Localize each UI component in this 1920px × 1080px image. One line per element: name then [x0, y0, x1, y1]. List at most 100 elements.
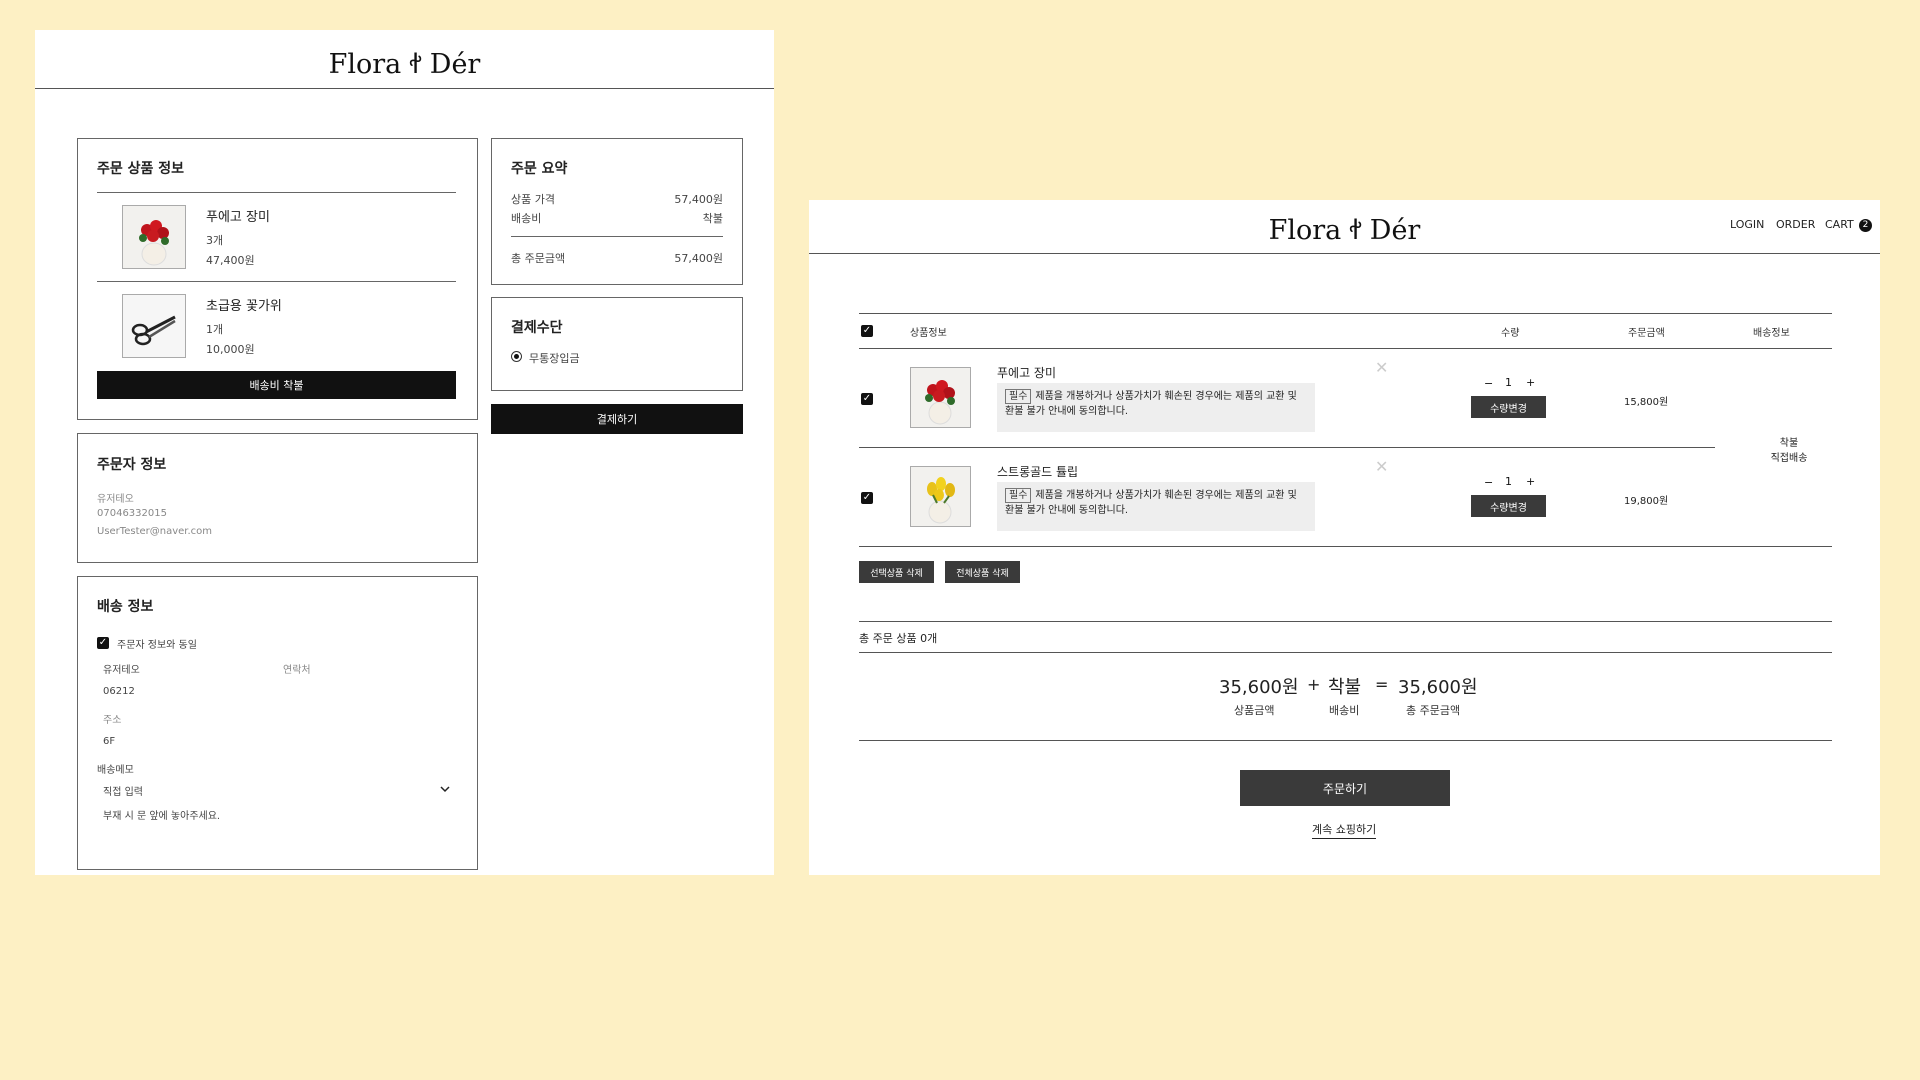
divider — [859, 621, 1832, 622]
flower-scissors-image — [123, 295, 185, 357]
divider — [511, 236, 723, 237]
qty-change-button[interactable]: 수량변경 — [1471, 495, 1546, 517]
close-icon[interactable]: ✕ — [1375, 457, 1388, 476]
summary-value: 착불 — [702, 212, 723, 225]
product-thumbnail[interactable] — [910, 367, 971, 428]
brand-logo[interactable]: Flora ꬷ Dér — [35, 44, 774, 81]
total-count-label: 총 주문 상품 0개 — [859, 632, 938, 645]
shipping-fee-caption: 배송비 — [1329, 704, 1360, 717]
row-checkbox[interactable]: ✓ — [861, 393, 873, 405]
recipient-name-field[interactable]: 유저테오 — [103, 661, 140, 676]
memo-text-field[interactable]: 부재 시 문 앞에 놓아주세요. — [103, 807, 220, 822]
shipping-fee: 착불 — [1328, 677, 1362, 698]
header-divider — [35, 88, 774, 89]
summary-label: 상품 가격 — [511, 193, 555, 206]
header-divider — [859, 348, 1832, 349]
header-quantity: 수량 — [1501, 328, 1520, 339]
nav-cart[interactable]: CART — [1825, 218, 1854, 231]
row-divider — [859, 447, 1715, 448]
address-detail-field[interactable]: 6F — [103, 736, 115, 747]
equals-sign: = — [1375, 675, 1389, 694]
postcode-field[interactable]: 06212 — [103, 686, 135, 697]
red-rose-vase-image — [123, 206, 185, 268]
place-order-button[interactable]: 주문하기 — [1240, 770, 1450, 806]
notice-text: 제품을 개봉하거나 상품가치가 훼손된 경우에는 제품의 교환 및 환불 불가 … — [1005, 490, 1297, 516]
contact-field[interactable]: 연락처 — [283, 661, 311, 676]
product-thumbnail[interactable] — [910, 466, 971, 527]
item-price: 47,400원 — [206, 254, 255, 267]
qty-value[interactable]: 1 — [1505, 376, 1512, 389]
row-checkbox[interactable]: ✓ — [861, 492, 873, 504]
qty-decrease-button[interactable]: − — [1484, 476, 1493, 489]
summary-label: 배송비 — [511, 212, 542, 225]
select-all-checkbox[interactable]: ✓ — [861, 325, 873, 337]
orderer-title: 주문자 정보 — [97, 457, 167, 473]
divider — [97, 192, 456, 193]
address-field[interactable]: 주소 — [103, 711, 121, 726]
close-icon[interactable]: ✕ — [1375, 358, 1388, 377]
radio-dot — [514, 354, 519, 359]
yellow-tulip-vase-image — [911, 467, 970, 526]
qty-change-button[interactable]: 수량변경 — [1471, 396, 1546, 418]
payment-box: 결제수단 무통장입금 — [491, 297, 743, 391]
qty-increase-button[interactable]: + — [1526, 475, 1535, 488]
summary-title: 주문 요약 — [511, 161, 568, 177]
red-rose-vase-image — [911, 368, 970, 427]
grand-total-caption: 총 주문금액 — [1406, 704, 1461, 717]
same-as-orderer-checkbox[interactable]: ✓ — [97, 637, 109, 649]
delivery-info-box: 배송 정보 ✓ 주문자 정보와 동일 유저테오 연락처 06212 주소 6F … — [77, 576, 478, 870]
divider — [859, 740, 1832, 741]
header-product-info: 상품정보 — [910, 328, 947, 339]
product-thumbnail — [122, 294, 186, 358]
qty-increase-button[interactable]: + — [1526, 376, 1535, 389]
refund-notice: 필수 제품을 개봉하거나 상품가치가 훼손된 경우에는 제품의 교환 및 환불 불… — [997, 383, 1315, 432]
qty-decrease-button[interactable]: − — [1484, 377, 1493, 390]
orderer-email: UserTester@naver.com — [97, 526, 213, 537]
order-items-box: 주문 상품 정보 푸에고 장미 3개 47,400원 초급용 꽃가위 1개 10… — [77, 138, 478, 420]
memo-label: 배송메모 — [97, 765, 134, 776]
divider — [97, 281, 456, 282]
payment-title: 결제수단 — [511, 320, 563, 336]
pay-button[interactable]: 결제하기 — [491, 404, 743, 434]
divider — [859, 652, 1832, 653]
table-top-border — [859, 313, 1832, 314]
summary-total-label: 총 주문금액 — [511, 252, 566, 265]
orderer-info-box: 주문자 정보 유저테오 07046332015 UserTester@naver… — [77, 433, 478, 563]
delivery-title: 배송 정보 — [97, 599, 154, 615]
item-name: 푸에고 장미 — [206, 210, 270, 225]
item-qty: 1개 — [206, 323, 224, 336]
row-amount: 15,800원 — [1624, 397, 1669, 408]
order-items-title: 주문 상품 정보 — [97, 161, 185, 177]
delete-selected-button[interactable]: 선택상품 삭제 — [859, 561, 934, 583]
delivery-info: 착불 직접배송 — [1759, 434, 1819, 464]
table-bottom-border — [859, 546, 1832, 547]
delete-all-button[interactable]: 전체상품 삭제 — [945, 561, 1020, 583]
order-summary-box: 주문 요약 상품 가격 57,400원 배송비 착불 총 주문금액 57,400… — [491, 138, 743, 285]
header-divider — [809, 253, 1880, 254]
payment-radio[interactable] — [511, 351, 522, 362]
required-tag: 필수 — [1005, 488, 1032, 503]
shipping-fee-button[interactable]: 배송비 착불 — [97, 371, 456, 399]
item-price: 10,000원 — [206, 343, 255, 356]
product-total-caption: 상품금액 — [1234, 704, 1275, 717]
required-tag: 필수 — [1005, 389, 1032, 404]
continue-shopping-link[interactable]: 계속 쇼핑하기 — [1312, 821, 1377, 839]
summary-value: 57,400원 — [674, 193, 723, 206]
product-name[interactable]: 스트롱골드 튤립 — [997, 463, 1078, 480]
memo-select[interactable]: 직접 입력 — [97, 778, 456, 800]
cart-count-badge: 2 — [1859, 219, 1872, 232]
orderer-name: 유저테오 — [97, 494, 134, 505]
brand-logo[interactable]: Flora ꬷ Dér — [809, 210, 1880, 247]
delivery-fee-text: 착불 — [1779, 438, 1799, 449]
header-delivery: 배송정보 — [1753, 328, 1790, 339]
nav-order[interactable]: ORDER — [1776, 218, 1815, 231]
checkout-panel: Flora ꬷ Dér 주문 상품 정보 푸에고 장미 3개 47,400원 초… — [35, 30, 774, 875]
payment-option-label: 무통장입금 — [529, 352, 580, 365]
product-name[interactable]: 푸에고 장미 — [997, 364, 1056, 381]
nav-login[interactable]: LOGIN — [1730, 218, 1764, 231]
orderer-phone: 07046332015 — [97, 508, 167, 519]
qty-value[interactable]: 1 — [1505, 475, 1512, 488]
delivery-method-text: 직접배송 — [1770, 453, 1808, 464]
grand-total: 35,600원 — [1398, 677, 1478, 698]
refund-notice: 필수 제품을 개봉하거나 상품가치가 훼손된 경우에는 제품의 교환 및 환불 불… — [997, 482, 1315, 531]
